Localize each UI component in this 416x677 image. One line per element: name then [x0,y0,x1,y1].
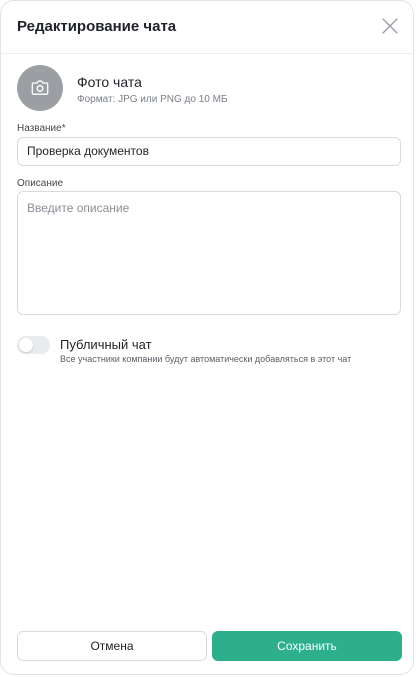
edit-chat-dialog: Редактирование чата Фото чата Формат: JP… [0,0,414,675]
close-button[interactable] [381,17,399,35]
cancel-button[interactable]: Отмена [17,631,207,661]
chat-photo-section: Фото чата Формат: JPG или PNG до 10 МБ [17,65,401,113]
save-button[interactable]: Сохранить [212,631,402,661]
chat-photo-hint: Формат: JPG или PNG до 10 МБ [77,94,228,105]
toggle-knob [19,338,33,352]
description-input[interactable] [17,191,401,315]
public-chat-title: Публичный чат [60,337,152,352]
public-chat-description: Все участники компании будут автоматичес… [60,354,352,364]
name-input[interactable]: Проверка документов [17,137,401,166]
chat-photo-upload[interactable] [17,65,63,111]
close-icon [382,18,398,34]
public-chat-toggle[interactable] [17,336,50,354]
dialog-title: Редактирование чата [17,18,177,35]
name-label: Название* [17,123,66,134]
camera-icon [31,80,49,95]
chat-photo-title: Фото чата [77,74,142,90]
dialog-header: Редактирование чата [1,1,413,54]
description-label: Описание [17,178,64,189]
